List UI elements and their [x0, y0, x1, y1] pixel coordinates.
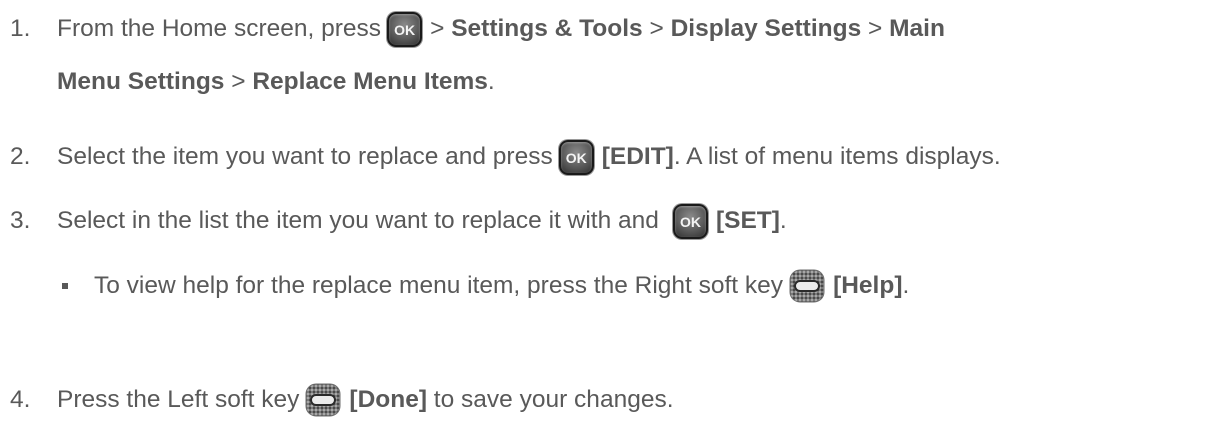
set-label: [SET] [715, 207, 780, 235]
step-text: From the Home screen, press [57, 15, 382, 43]
separator: > [430, 15, 445, 43]
done-label: [Done] [349, 385, 427, 413]
step-1-continued: Menu Settings > Replace Menu Items . [57, 68, 495, 95]
menu-path-display-settings: Display Settings [670, 15, 862, 43]
left-soft-key-icon [305, 383, 341, 417]
step-2: 2. Select the item you want to replace a… [0, 140, 1001, 175]
menu-path-settings-tools: Settings & Tools [451, 15, 643, 43]
right-soft-key-icon [789, 269, 825, 303]
menu-path-menu-settings: Menu Settings [57, 68, 225, 95]
step-text: . A list of menu items displays. [673, 143, 1001, 171]
step-number: 4. [10, 385, 31, 413]
sub-bullet: To view help for the replace menu item, … [60, 269, 909, 303]
period: . [902, 271, 910, 299]
bullet-icon [62, 283, 68, 289]
edit-label: [EDIT] [601, 143, 674, 171]
ok-key-icon: OK [387, 12, 423, 47]
separator: > [868, 15, 883, 43]
step-text: Press the Left soft key [57, 385, 300, 413]
step-text: to save your changes. [433, 385, 674, 413]
step-number: 1. [10, 15, 31, 43]
step-3: 3. Select in the list the item you want … [0, 204, 787, 239]
help-label: [Help] [833, 271, 903, 299]
step-4: 4. Press the Left soft key [Done] to sav… [0, 383, 674, 417]
bullet-text: To view help for the replace menu item, … [94, 271, 784, 299]
step-number: 3. [10, 207, 31, 235]
ok-key-icon: OK [672, 204, 708, 239]
step-text: Select the item you want to replace and … [57, 143, 553, 171]
step-1: 1. From the Home screen, press OK > Sett… [0, 12, 945, 47]
separator: > [231, 68, 246, 95]
ok-key-icon: OK [558, 140, 594, 175]
menu-path-replace-menu-items: Replace Menu Items [252, 68, 488, 95]
period: . [779, 207, 787, 235]
step-number: 2. [10, 143, 31, 171]
menu-path-main: Main [889, 15, 945, 43]
period: . [487, 68, 495, 95]
separator: > [649, 15, 664, 43]
step-text: Select in the list the item you want to … [57, 207, 659, 235]
